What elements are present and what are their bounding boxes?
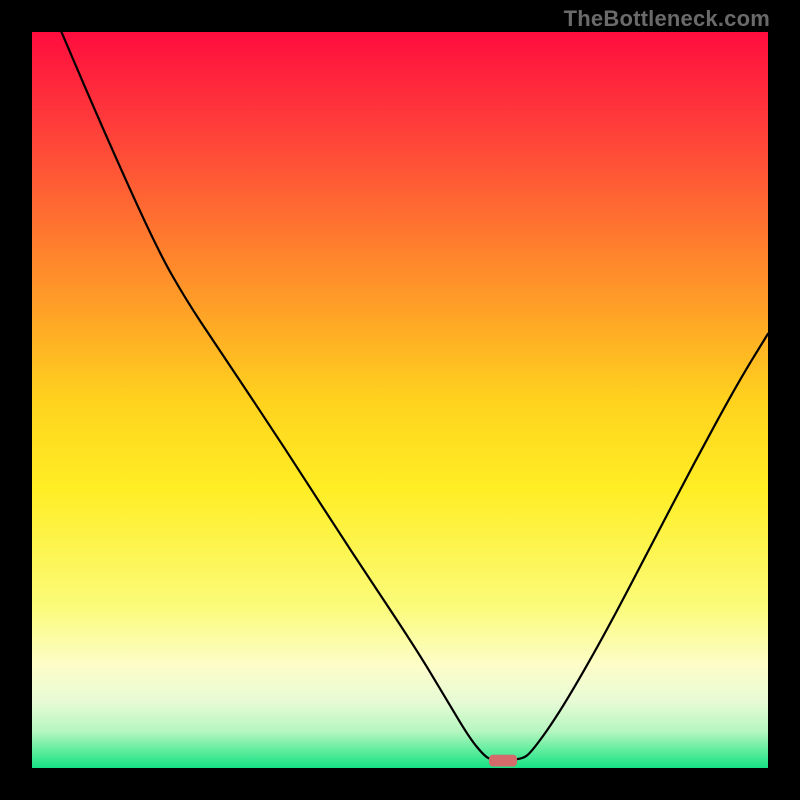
gradient-bg [32,32,768,768]
chart-svg [32,32,768,768]
minimum-marker [489,755,517,767]
watermark-text: TheBottleneck.com [564,6,770,32]
plot-area [32,32,768,768]
chart-frame [32,32,768,768]
